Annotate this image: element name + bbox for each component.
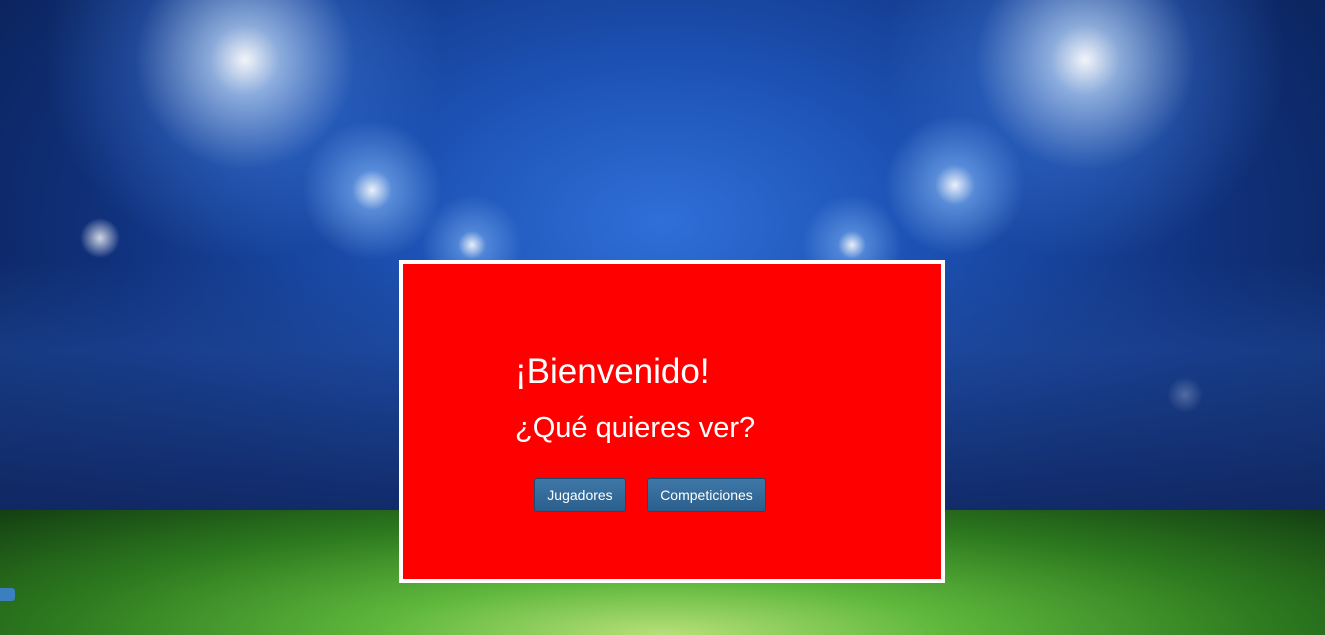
- welcome-title: ¡Bienvenido!: [515, 352, 710, 391]
- stadium-background: ¡Bienvenido! ¿Qué quieres ver? Jugadores…: [0, 0, 1325, 635]
- side-tab-handle[interactable]: [0, 588, 15, 601]
- competitions-button[interactable]: Competiciones: [647, 478, 766, 512]
- welcome-card: ¡Bienvenido! ¿Qué quieres ver? Jugadores…: [399, 260, 945, 583]
- players-button[interactable]: Jugadores: [534, 478, 626, 512]
- welcome-subtitle: ¿Qué quieres ver?: [515, 412, 756, 444]
